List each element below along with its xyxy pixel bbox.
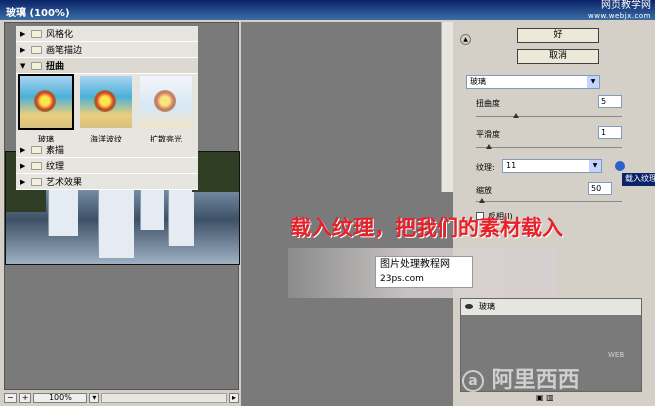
window-title-bar: 玻璃 (100%) [0,0,655,20]
web-tag: WEB [608,351,625,359]
load-texture-tooltip[interactable]: 载入纹理 [622,173,655,186]
folder-label: 风格化 [46,30,74,40]
folder-artistic[interactable]: ▶ 艺术效果 [16,174,198,190]
slider-knob[interactable] [486,144,493,149]
stamp-url: 23ps.com [380,274,424,284]
folder-stylize[interactable]: ▶ 风格化 [16,26,198,42]
chevron-right-icon: ▶ [20,45,26,54]
distortion-label: 扭曲度 [476,99,500,108]
chevron-right-icon: ▶ [20,145,26,154]
delete-layer-icon[interactable]: ▥ [546,393,554,402]
folder-label: 扭曲 [46,62,65,72]
load-texture-menu-icon[interactable] [615,161,625,171]
eye-icon[interactable] [465,304,473,309]
folder-label: 艺术效果 [46,178,83,188]
folder-icon [31,61,42,70]
brand-logo: a 阿里西西 [462,362,580,394]
stamp-title: 图片处理 [380,259,420,270]
ok-button[interactable]: 好 [517,28,599,43]
logo-a-icon: a [462,370,484,392]
new-layer-icon[interactable]: ▣ [536,393,544,402]
smoothness-input[interactable]: 1 [598,126,622,139]
texture-select-value: 11 [506,161,517,170]
folder-icon [31,45,42,54]
logo-text: 阿里西西 [491,368,580,393]
stamp-suffix: 教程网 [420,259,450,270]
watermark-site-name: 网页教学网 [601,0,651,11]
smoothness-slider[interactable] [476,144,622,149]
folder-icon [31,177,42,186]
folder-distort[interactable]: ▼ 扭曲 [16,58,198,74]
scaling-label: 缩放 [476,186,492,195]
chevron-right-icon: ▶ [20,29,26,38]
zoom-level-field[interactable]: 100% [33,393,88,403]
thumbnail-diffuse-glow[interactable]: 扩散亮光 [137,76,195,145]
smoothness-label: 平滑度 [476,130,500,139]
folder-texture[interactable]: ▶ 纹理 [16,158,198,174]
filter-select[interactable]: 玻璃 ▼ [466,75,600,89]
filter-select-value: 玻璃 [470,77,486,86]
folder-icon [31,29,42,38]
chevron-right-icon: ▶ [20,161,26,170]
thumbnail-image [18,74,74,130]
chevron-down-icon: ▼ [589,160,601,172]
folder-icon [31,145,42,154]
slider-knob[interactable] [512,113,519,118]
folder-brush-strokes[interactable]: ▶ 画笔描边 [16,42,198,58]
scaling-input[interactable]: 50 [588,182,612,195]
site-stamp: 图片处理教程网 23ps.com [375,256,473,288]
window-title: 玻璃 (100%) [6,8,70,19]
thumbnail-glass[interactable]: 玻璃 [17,74,75,145]
folder-icon [31,161,42,170]
zoom-out-button[interactable]: − [4,393,17,403]
slider-knob[interactable] [478,198,485,203]
thumbnail-image [140,76,192,128]
gallery-scrollbar[interactable] [441,22,453,192]
scroll-right-button[interactable]: ▸ [228,393,239,403]
zoom-bar: − + 100% ▾ ▸ [4,392,239,404]
tutorial-headline: 载入纹理，把我们的素材载入 [290,216,563,240]
effect-layer-label: 玻璃 [479,302,495,311]
texture-select[interactable]: 11 ▼ [502,159,602,173]
chevron-down-icon: ▼ [20,61,26,70]
folder-sketch[interactable]: ▶ 素描 [16,142,198,158]
chevron-down-icon: ▼ [587,76,599,88]
folder-label: 画笔描边 [46,46,83,56]
cancel-button[interactable]: 取消 [517,49,599,64]
horizontal-scrollbar[interactable] [101,393,227,403]
chevron-right-icon: ▶ [20,177,26,186]
zoom-in-button[interactable]: + [18,393,32,403]
texture-label: 纹理: [476,163,495,172]
chevron-down-icon[interactable]: ▾ [89,393,100,403]
distortion-input[interactable]: 5 [598,95,622,108]
thumbnail-ocean-ripple[interactable]: 海洋波纹 [77,76,135,145]
distortion-slider[interactable] [476,113,622,118]
folder-label: 纹理 [46,162,65,172]
watermark-site-url: www.webjx.com [588,12,651,20]
scaling-slider[interactable] [476,198,622,203]
thumbnail-image [80,76,132,128]
layer-actions: ▣ ▥ [536,393,554,402]
folder-label: 素描 [46,146,65,156]
top-watermark: 网页教学网 www.webjx.com [588,0,651,22]
collapse-gallery-icon[interactable]: ▲ [460,34,471,45]
effect-layer-item[interactable]: 玻璃 [461,299,641,315]
